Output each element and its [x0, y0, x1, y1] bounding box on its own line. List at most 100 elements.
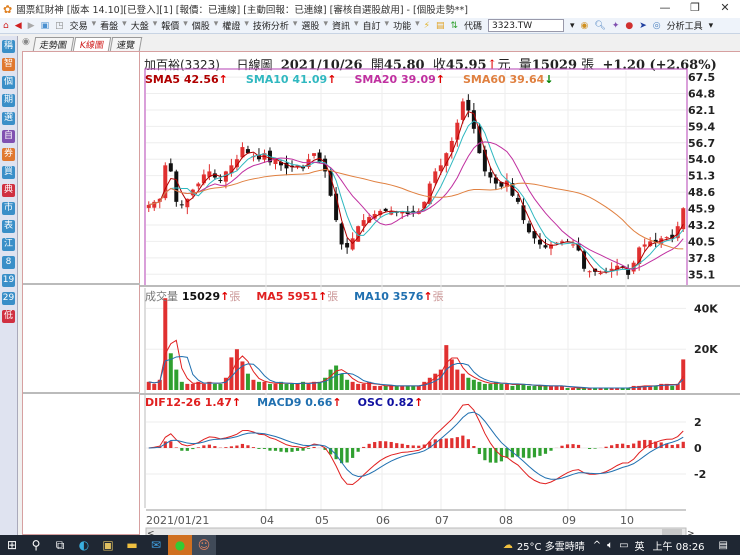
- popout-icon[interactable]: ◳: [55, 21, 64, 31]
- search-icon[interactable]: 🔍︎: [594, 21, 605, 31]
- search-icon[interactable]: ⚲: [24, 535, 48, 555]
- sidebar-button[interactable]: 表: [2, 220, 15, 233]
- ime-indicator[interactable]: 英: [635, 538, 645, 553]
- sidebar-button[interactable]: 典: [2, 184, 15, 197]
- sidebar-button[interactable]: 買: [2, 166, 15, 179]
- menu-item[interactable]: 看盤: [100, 19, 118, 32]
- print-icon[interactable]: ▣: [41, 21, 50, 31]
- code-dropdown-icon[interactable]: ▾: [570, 21, 575, 31]
- tab-2[interactable]: 速覽: [109, 37, 143, 51]
- store-icon[interactable]: ▣: [96, 535, 120, 555]
- candle: [273, 159, 278, 165]
- tab-1[interactable]: K線圖: [72, 37, 112, 51]
- menu-item[interactable]: 權證: [222, 19, 240, 32]
- sidebar-button[interactable]: 市: [2, 202, 15, 215]
- sidebar-button[interactable]: 選: [2, 112, 15, 125]
- volume-bar: [383, 385, 388, 390]
- close-button[interactable]: ✕: [710, 1, 740, 17]
- menu-dropdown-icon[interactable]: ▾: [354, 19, 359, 32]
- updown-icon[interactable]: ⇅: [450, 21, 458, 31]
- menu-dropdown-icon[interactable]: ▾: [183, 19, 188, 32]
- sidebar-button[interactable]: 29: [2, 292, 15, 305]
- menu-item[interactable]: 自訂: [363, 19, 381, 32]
- volume-bar: [251, 379, 256, 390]
- menu-dropdown-icon[interactable]: ▾: [244, 19, 249, 32]
- volume-bar: [179, 381, 184, 390]
- pane-divider[interactable]: [23, 392, 141, 394]
- note-icon[interactable]: ▤: [436, 21, 445, 31]
- sidebar-button[interactable]: 江: [2, 238, 15, 251]
- analysis-icon[interactable]: ◎: [653, 21, 661, 31]
- indicator-value: 5951: [287, 290, 318, 303]
- osc-bar: [312, 446, 316, 448]
- sidebar-button[interactable]: 稱: [2, 40, 15, 53]
- candle: [328, 170, 333, 196]
- pane-divider[interactable]: [23, 283, 141, 285]
- sidebar-button[interactable]: 19: [2, 274, 15, 287]
- osc-bar: [587, 448, 592, 449]
- minimize-button[interactable]: —: [650, 1, 680, 17]
- up-arrow-icon: ↑: [435, 73, 445, 86]
- menu-item[interactable]: 個股: [192, 19, 210, 32]
- menu-item[interactable]: 交易: [70, 19, 88, 32]
- menu-item[interactable]: 大盤: [131, 19, 149, 32]
- line-icon[interactable]: ●: [168, 535, 192, 555]
- sma-label: SMA20 39.09↑: [354, 73, 445, 86]
- task-view-icon[interactable]: ⧉: [48, 535, 72, 555]
- volume-bar: [405, 385, 410, 390]
- forward-icon[interactable]: ▶: [28, 21, 35, 31]
- menu-dropdown-icon[interactable]: ▾: [323, 19, 328, 32]
- menu-dropdown-icon[interactable]: ▾: [385, 19, 390, 32]
- back-icon[interactable]: ◀: [15, 21, 22, 31]
- osc-bar: [521, 448, 526, 458]
- menu-dropdown-icon[interactable]: ▾: [92, 19, 97, 32]
- sidebar-button[interactable]: 券: [2, 148, 15, 161]
- notification-icon[interactable]: ▤: [719, 540, 728, 551]
- clock[interactable]: 上午 08:26: [653, 538, 705, 553]
- osc-bar: [395, 443, 399, 448]
- network-icon[interactable]: ▭: [619, 540, 628, 551]
- pointer-icon[interactable]: ➤: [639, 21, 647, 31]
- menu-item[interactable]: 資訊: [332, 19, 350, 32]
- menu-item[interactable]: 報價: [161, 19, 179, 32]
- home-icon[interactable]: ⌂: [3, 21, 9, 31]
- code-input[interactable]: 3323.TW: [488, 19, 565, 32]
- restore-button[interactable]: ❐: [680, 1, 710, 17]
- dif-line: [148, 403, 684, 486]
- analysis-tools-menu[interactable]: 分析工具: [667, 19, 703, 32]
- windows-start-icon[interactable]: ⊞: [0, 535, 24, 555]
- sidebar-button[interactable]: 8: [2, 256, 15, 269]
- sidebar-button[interactable]: 期: [2, 94, 15, 107]
- menu-dropdown-icon[interactable]: ▾: [214, 19, 219, 32]
- volume-bar: [394, 385, 399, 390]
- lightning-icon[interactable]: ⚡: [424, 21, 430, 31]
- sidebar-button[interactable]: 自: [2, 130, 15, 143]
- quote-icon[interactable]: ◉: [581, 21, 589, 31]
- explorer-icon[interactable]: ▬: [120, 535, 144, 555]
- candle: [521, 205, 526, 221]
- menu-dropdown-icon[interactable]: ▾: [153, 19, 158, 32]
- osc-bar: [676, 444, 680, 448]
- edge-icon[interactable]: ◐: [72, 535, 96, 555]
- menu-item[interactable]: 功能: [393, 19, 411, 32]
- alert-icon[interactable]: ●: [625, 21, 633, 31]
- menu-dropdown-icon[interactable]: ▾: [293, 19, 298, 32]
- mail-icon[interactable]: ✉: [144, 535, 168, 555]
- menu-item[interactable]: 技術分析: [253, 19, 289, 32]
- app-icon[interactable]: ☺: [192, 535, 216, 555]
- menu-dropdown-icon[interactable]: ▾: [122, 19, 127, 32]
- menu-dropdown-icon[interactable]: ▾: [415, 19, 420, 32]
- chart-icon[interactable]: ✦: [612, 21, 620, 31]
- volume-bar: [571, 387, 576, 390]
- tray-expand-icon[interactable]: ^: [593, 540, 601, 551]
- sidebar-button[interactable]: 低: [2, 310, 15, 323]
- volume-legend: 成交量 15029↑張 MA5 5951↑張 MA10 3576↑張: [145, 288, 460, 304]
- sidebar-button[interactable]: 智: [2, 58, 15, 71]
- menu-item[interactable]: 選股: [301, 19, 319, 32]
- tab-menu-icon[interactable]: ◉: [22, 37, 30, 51]
- candle: [168, 163, 173, 172]
- volume-icon[interactable]: 🔈︎: [607, 540, 613, 551]
- tab-0[interactable]: 走勢圖: [32, 37, 75, 51]
- sidebar-button[interactable]: 個: [2, 76, 15, 89]
- up-arrow-icon: ↑: [317, 290, 328, 303]
